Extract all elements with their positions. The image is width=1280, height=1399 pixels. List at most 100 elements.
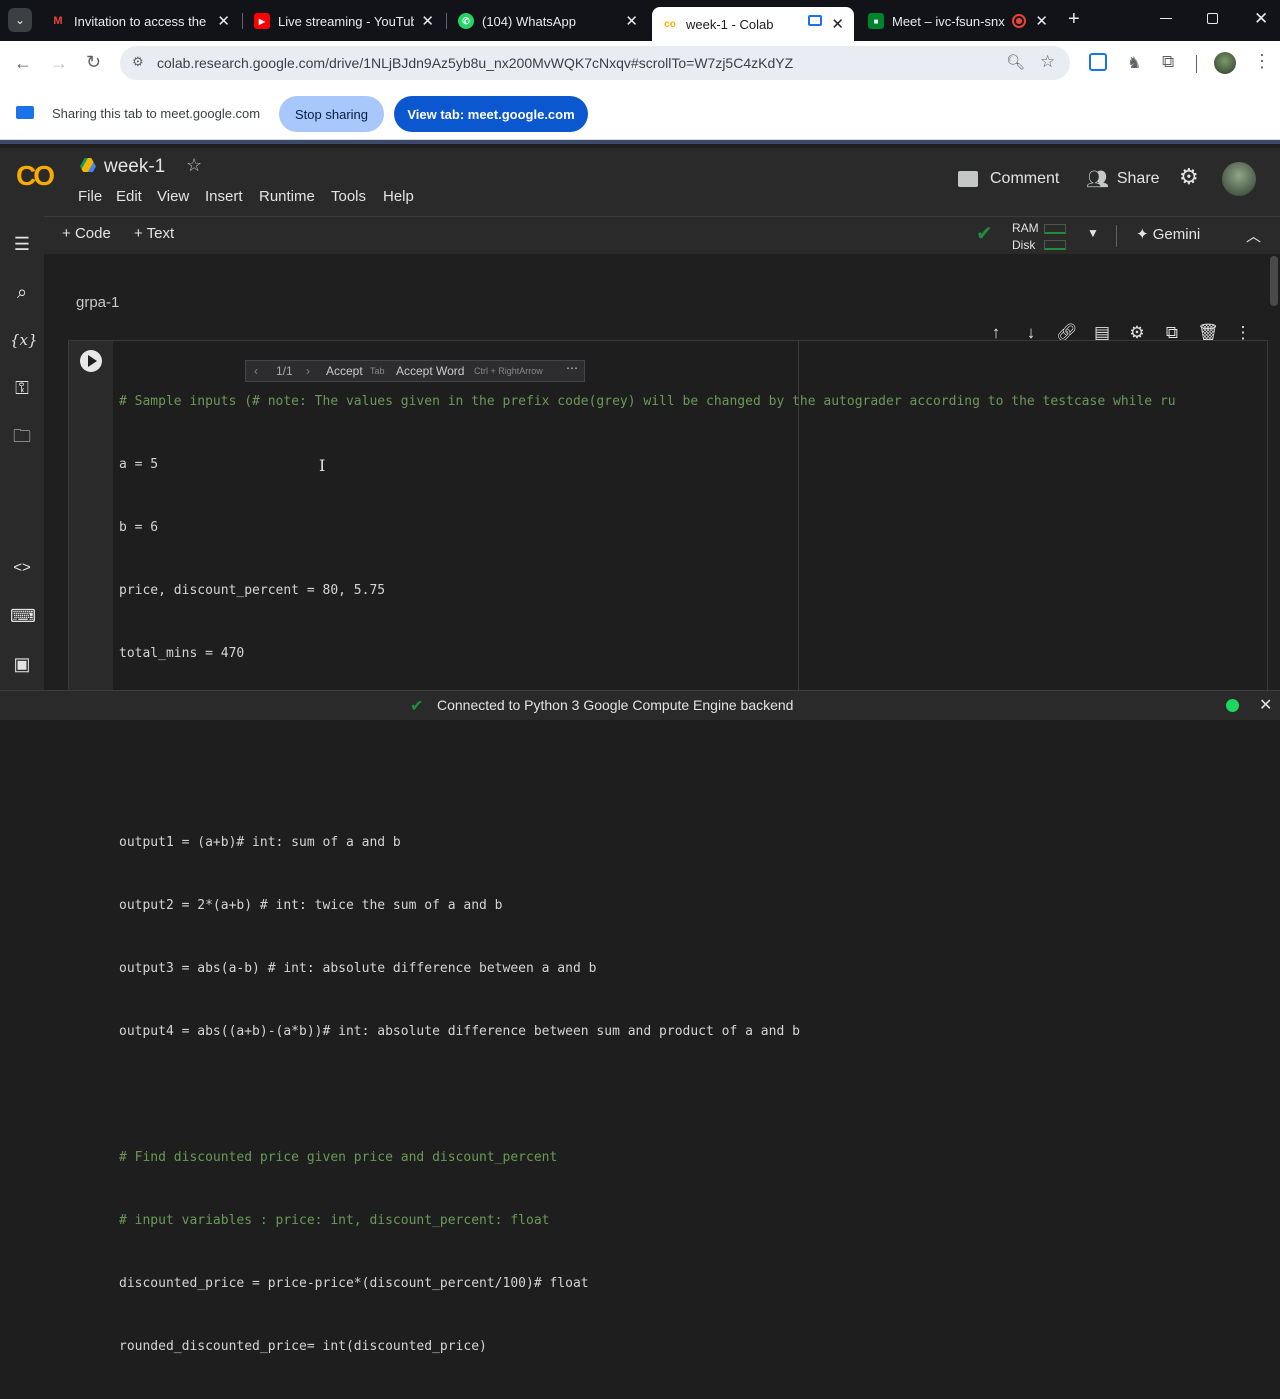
close-status-icon[interactable]: ✕ <box>1259 695 1272 715</box>
code-line: price, discount_percent = 80, 5.75 <box>119 583 386 598</box>
table-of-contents-icon[interactable]: ☰ <box>10 232 34 256</box>
tab-title: week-1 - Colab <box>686 16 774 32</box>
resources-indicator[interactable]: RAM Disk <box>1012 220 1072 252</box>
people-icon: 👥︎ <box>1086 168 1109 189</box>
code-line: output3 = abs(a-b) # int: absolute diffe… <box>119 961 597 976</box>
url-text[interactable]: colab.research.google.com/drive/1NLjBJdn… <box>157 55 793 71</box>
bookmark-star-icon[interactable]: ☆ <box>1040 52 1055 72</box>
tab-title: Invitation to access the cl <box>74 13 210 29</box>
view-tab-button[interactable]: View tab: meet.google.com <box>394 96 588 132</box>
settings-gear-icon[interactable]: ⚙ <box>1179 164 1199 190</box>
site-info-icon[interactable]: ⚙ <box>132 54 148 70</box>
next-suggestion-icon[interactable]: › <box>306 364 310 378</box>
run-cell-button[interactable] <box>80 350 102 372</box>
search-icon[interactable]: ⌕ <box>10 280 34 304</box>
prev-suggestion-icon[interactable]: ‹ <box>254 364 258 378</box>
colab-icon: co <box>664 18 676 30</box>
files-folder-icon[interactable]: 🗀︎ <box>10 424 34 448</box>
extensions-puzzle-icon[interactable]: ⧉ <box>1162 52 1174 72</box>
code-line: b = 6 <box>119 520 159 535</box>
tab-whatsapp[interactable]: ✆ (104) WhatsApp ✕ <box>448 7 648 35</box>
comment-icon <box>958 171 978 187</box>
tab-search-button[interactable]: ⌄ <box>8 8 32 32</box>
browser-menu-icon[interactable]: ⋮ <box>1253 51 1271 72</box>
close-icon[interactable]: ✕ <box>831 15 844 33</box>
minimize-button[interactable] <box>1160 18 1172 19</box>
secrets-key-icon[interactable]: ⚿ <box>10 376 34 400</box>
restore-button[interactable] <box>1207 13 1218 24</box>
account-avatar[interactable] <box>1222 162 1256 196</box>
code-line: output2 = 2*(a+b) # int: twice the sum o… <box>119 898 503 913</box>
tab-divider <box>446 13 447 29</box>
extension-cast-icon[interactable] <box>1089 53 1107 71</box>
gemini-button[interactable]: ✦ Gemini <box>1136 225 1200 243</box>
google-drive-icon[interactable] <box>80 158 96 172</box>
back-icon[interactable]: ← <box>14 53 32 74</box>
forward-icon[interactable]: → <box>50 53 68 74</box>
address-bar[interactable]: ⚙ colab.research.google.com/drive/1NLjBJ… <box>120 46 1070 80</box>
menu-insert[interactable]: Insert <box>205 188 243 205</box>
ram-bar <box>1044 224 1066 234</box>
star-icon[interactable]: ☆ <box>186 155 202 176</box>
code-editor[interactable]: # Sample inputs (# note: The values give… <box>119 349 1259 1399</box>
extension-icon-2[interactable]: ♞ <box>1127 53 1141 73</box>
menu-view[interactable]: View <box>157 188 189 205</box>
close-icon[interactable]: ✕ <box>421 12 434 30</box>
accept-word-button[interactable]: Accept Word <box>396 364 464 378</box>
share-button[interactable]: 👥︎ Share <box>1086 168 1160 190</box>
whatsapp-icon: ✆ <box>458 13 474 29</box>
terminal-icon[interactable]: ▣ <box>10 652 34 676</box>
comment-button[interactable]: Comment <box>958 168 1059 190</box>
close-icon[interactable]: ✕ <box>1035 12 1048 30</box>
code-snippets-icon[interactable]: <> <box>10 556 34 580</box>
tab-title: (104) WhatsApp <box>482 13 576 29</box>
scrollbar-thumb[interactable] <box>1270 256 1278 306</box>
tab-title: Meet – ivc-fsun-snx <box>892 13 1005 29</box>
close-window-button[interactable]: ✕ <box>1254 9 1268 29</box>
disk-bar <box>1044 240 1066 250</box>
profile-avatar[interactable] <box>1214 52 1236 74</box>
add-text-button[interactable]: + Text <box>134 225 174 242</box>
sharing-message: Sharing this tab to meet.google.com <box>52 106 261 121</box>
colab-logo[interactable]: CO <box>16 160 55 192</box>
menu-runtime[interactable]: Runtime <box>259 188 315 205</box>
more-icon[interactable]: ⋯ <box>566 361 578 375</box>
collapse-header-icon[interactable]: ︿ <box>1246 225 1261 246</box>
reload-icon[interactable]: ↻ <box>86 52 101 73</box>
disk-label: Disk <box>1012 238 1036 252</box>
command-palette-icon[interactable]: ⌨ <box>10 604 36 628</box>
code-line: output1 = (a+b)# int: sum of a and b <box>119 835 401 850</box>
toolbar-divider <box>1116 225 1117 247</box>
browser-tab-strip: ⌄ M Invitation to access the cl ✕ ▶ Live… <box>0 0 1280 41</box>
tab-youtube[interactable]: ▶ Live streaming - YouTube ✕ <box>244 7 444 35</box>
status-message: Connected to Python 3 Google Compute Eng… <box>437 697 794 713</box>
tab-title: Live streaming - YouTube <box>278 13 414 29</box>
close-icon[interactable]: ✕ <box>625 12 638 30</box>
accept-button[interactable]: Accept <box>326 364 363 378</box>
close-icon[interactable]: ✕ <box>217 12 230 30</box>
menu-file[interactable]: File <box>78 188 102 205</box>
new-tab-button[interactable]: + <box>1068 9 1080 29</box>
colab-header: CO week-1 ☆ File Edit View Insert Runtim… <box>0 148 1280 216</box>
menu-help[interactable]: Help <box>383 188 414 205</box>
plus-icon: + <box>134 225 143 242</box>
toolbar-divider <box>1196 55 1197 73</box>
tab-colab[interactable]: co week-1 - Colab ✕ <box>652 7 854 41</box>
menu-edit[interactable]: Edit <box>116 188 142 205</box>
stop-sharing-button[interactable]: Stop sharing <box>279 96 384 132</box>
accept-word-shortcut: Ctrl + RightArrow <box>474 366 543 376</box>
variables-icon[interactable]: {x} <box>10 328 38 352</box>
add-code-button[interactable]: + Code <box>62 225 111 242</box>
tab-meet[interactable]: ■ Meet – ivc-fsun-snx ✕ <box>858 7 1058 35</box>
code-line: # Sample inputs (# note: The values give… <box>119 394 1176 409</box>
menu-tools[interactable]: Tools <box>331 188 366 205</box>
tab-gmail[interactable]: M Invitation to access the cl ✕ <box>40 7 240 35</box>
notebook-toolbar: + Code + Text ✔ RAM Disk ▼ ✦ Gemini ︿ <box>44 216 1280 254</box>
runtime-dropdown-icon[interactable]: ▼ <box>1087 226 1099 240</box>
code-cell[interactable]: # Sample inputs (# note: The values give… <box>68 340 1268 1354</box>
code-line: rounded_discounted_price= int(discounted… <box>119 1339 487 1354</box>
notebook-title[interactable]: week-1 <box>104 156 165 178</box>
status-bar: ✔ Connected to Python 3 Google Compute E… <box>0 690 1280 720</box>
recording-icon <box>1012 14 1026 28</box>
zoom-icon[interactable]: 🔍︎ <box>1006 53 1025 71</box>
